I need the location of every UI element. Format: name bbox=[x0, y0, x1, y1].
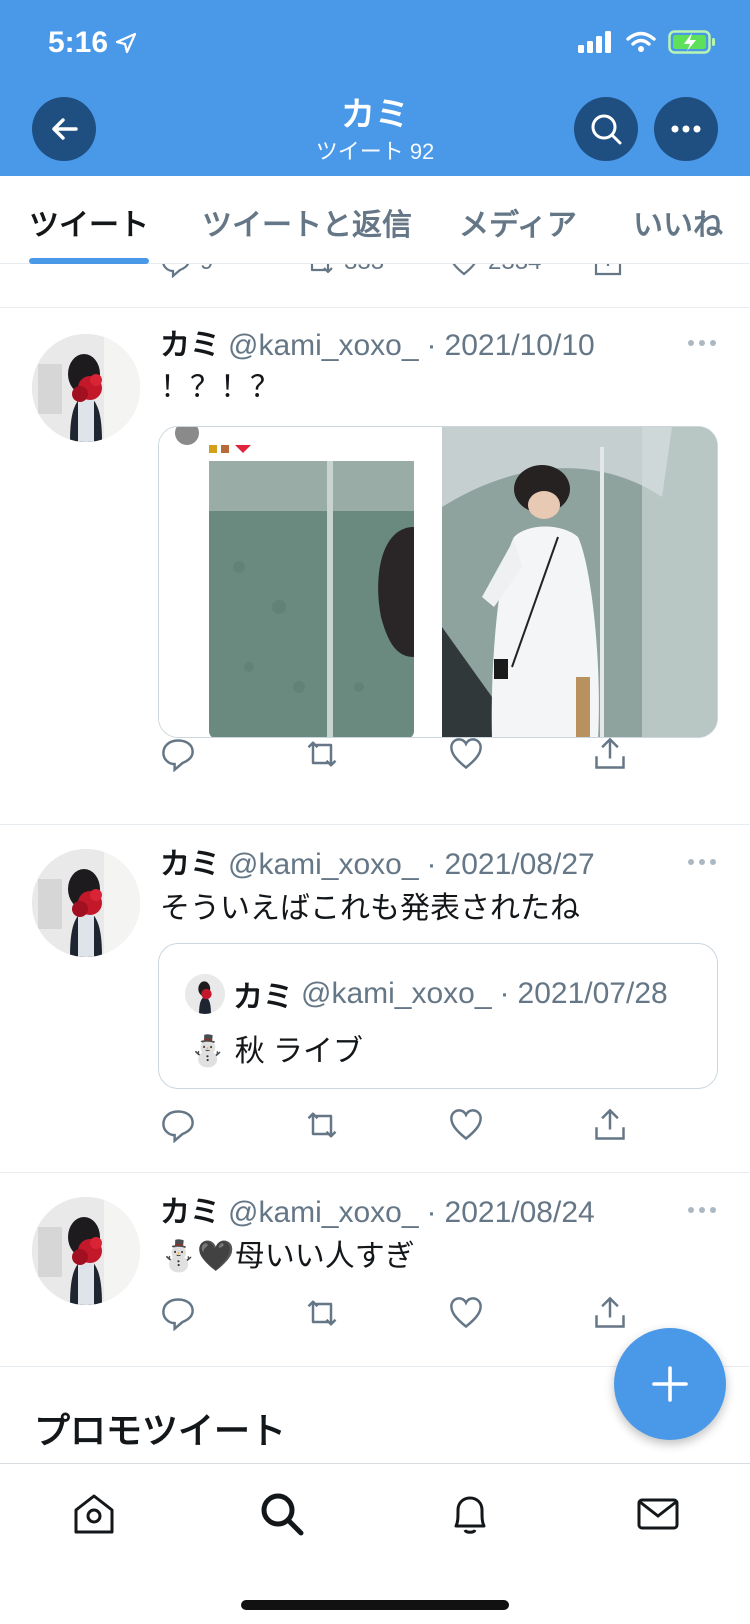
more-horizontal-icon bbox=[671, 125, 701, 133]
search-button[interactable] bbox=[574, 97, 638, 161]
share-icon[interactable] bbox=[592, 736, 628, 772]
quoted-tweet[interactable]: カミ @kami_xoxo_ · 2021/07/28 ⛄ 秋 ライブ bbox=[158, 943, 718, 1089]
location-arrow-icon bbox=[115, 32, 137, 54]
tweet-date[interactable]: 2021/10/10 bbox=[445, 329, 595, 363]
home-indicator bbox=[241, 1600, 509, 1610]
messages-mail-icon[interactable] bbox=[634, 1490, 682, 1538]
share-icon[interactable] bbox=[592, 1107, 628, 1143]
profile-tabs: ツイート ツイートと返信 メディア いいね bbox=[0, 176, 750, 264]
avatar[interactable] bbox=[32, 849, 140, 957]
tweet-item[interactable]: カミ @kami_xoxo_ · 2021/10/10 ！？！？ bbox=[0, 308, 750, 825]
photo-image bbox=[442, 427, 717, 737]
quoted-author-handle: @kami_xoxo_ bbox=[301, 977, 492, 1010]
profile-header: 5:16 カミ ツイート 92 bbox=[0, 0, 750, 176]
notifications-bell-icon[interactable] bbox=[446, 1490, 494, 1538]
like-count: 2334 bbox=[488, 264, 541, 276]
avatar[interactable] bbox=[32, 1197, 140, 1305]
tab-likes[interactable]: いいね bbox=[633, 200, 723, 244]
tweet-image-2[interactable] bbox=[442, 427, 717, 737]
share-icon[interactable] bbox=[592, 1295, 628, 1331]
tweet-header: カミ @kami_xoxo_ · 2021/10/10 bbox=[160, 320, 670, 364]
like-action[interactable]: 2334 bbox=[448, 264, 541, 278]
tweet-dot: · bbox=[426, 329, 437, 362]
search-icon bbox=[591, 114, 622, 145]
search-icon[interactable] bbox=[258, 1490, 306, 1538]
tweet-image-1[interactable] bbox=[159, 427, 442, 737]
avatar-image bbox=[32, 849, 140, 957]
avatar[interactable] bbox=[32, 334, 140, 442]
quoted-tweet-header: カミ @kami_xoxo_ · 2021/07/28 bbox=[185, 972, 668, 1016]
wifi-icon bbox=[626, 31, 656, 52]
reply-count: 9 bbox=[200, 264, 213, 276]
tweet-author-name[interactable]: カミ bbox=[160, 1187, 220, 1231]
tweet-text: ⛄🖤母いい人すぎ bbox=[160, 1240, 415, 1273]
status-indicators bbox=[578, 30, 716, 54]
retweet-icon[interactable] bbox=[304, 736, 340, 772]
tweet-dot: · bbox=[426, 1196, 437, 1229]
reply-action[interactable]: 9 bbox=[160, 264, 213, 278]
quoted-date: 2021/07/28 bbox=[517, 977, 668, 1010]
status-time-text: 5:16 bbox=[48, 26, 109, 59]
tweet-actions bbox=[160, 736, 630, 776]
tweet-header: カミ @kami_xoxo_ · 2021/08/27 bbox=[160, 839, 670, 883]
tweet-author-name[interactable]: カミ bbox=[160, 320, 220, 364]
status-time: 5:16 bbox=[48, 26, 138, 60]
tab-media[interactable]: メディア bbox=[459, 200, 577, 244]
tweet-author-name[interactable]: カミ bbox=[160, 839, 220, 883]
tweet-more-button[interactable] bbox=[688, 1207, 716, 1213]
plus-icon bbox=[652, 1366, 688, 1402]
tweet-text: ！？！？ bbox=[160, 371, 280, 404]
quoted-tweet-text: ⛄ 秋 ライブ bbox=[189, 1035, 364, 1068]
tweet-actions bbox=[160, 1107, 630, 1147]
reply-icon[interactable] bbox=[160, 1107, 196, 1143]
retweet-action[interactable]: 333 bbox=[304, 264, 384, 278]
tweet-media-grid bbox=[158, 426, 718, 738]
more-button[interactable] bbox=[654, 97, 718, 161]
tweet-more-button[interactable] bbox=[688, 859, 716, 865]
quoted-author-name: カミ bbox=[233, 981, 293, 1014]
retweet-icon bbox=[310, 264, 333, 274]
avatar-image bbox=[32, 1197, 140, 1305]
heart-icon[interactable] bbox=[448, 1295, 484, 1331]
avatar bbox=[185, 974, 225, 1014]
avatar-image bbox=[185, 974, 225, 1014]
tweet-header: カミ @kami_xoxo_ · 2021/08/24 bbox=[160, 1187, 670, 1231]
heart-icon[interactable] bbox=[448, 736, 484, 772]
reply-icon[interactable] bbox=[160, 736, 196, 772]
retweet-icon[interactable] bbox=[304, 1295, 340, 1331]
promoted-tweets-heading: プロモツイート bbox=[34, 1410, 287, 1451]
heart-icon bbox=[452, 264, 476, 276]
battery-charging-icon bbox=[668, 30, 715, 54]
retweet-count: 333 bbox=[344, 264, 384, 276]
tweet-date[interactable]: 2021/08/24 bbox=[445, 1196, 595, 1230]
previous-tweet-actions: 9 333 2334 bbox=[0, 264, 750, 308]
screenshot-image bbox=[159, 427, 442, 737]
home-icon[interactable] bbox=[70, 1490, 118, 1538]
signal-icon bbox=[578, 31, 611, 53]
avatar-image bbox=[32, 334, 140, 442]
reply-icon[interactable] bbox=[160, 1295, 196, 1331]
tweet-actions bbox=[160, 1295, 630, 1335]
tweet-more-button[interactable] bbox=[688, 340, 716, 346]
tweet-date[interactable]: 2021/08/27 bbox=[445, 848, 595, 882]
tweet-author-handle[interactable]: @kami_xoxo_ bbox=[228, 1196, 419, 1230]
tweet-author-handle[interactable]: @kami_xoxo_ bbox=[228, 848, 419, 882]
tab-tweets-and-replies[interactable]: ツイートと返信 bbox=[202, 200, 412, 244]
tweet-dot: · bbox=[426, 848, 437, 881]
tweet-author-handle[interactable]: @kami_xoxo_ bbox=[228, 329, 419, 363]
share-action[interactable] bbox=[592, 264, 624, 278]
share-icon bbox=[594, 264, 622, 276]
heart-icon[interactable] bbox=[448, 1107, 484, 1143]
tab-tweets[interactable]: ツイート bbox=[29, 200, 149, 244]
tweet-item[interactable]: カミ @kami_xoxo_ · 2021/08/27 そういえばこれも発表され… bbox=[0, 825, 750, 1173]
retweet-icon[interactable] bbox=[304, 1107, 340, 1143]
reply-icon bbox=[162, 264, 190, 278]
quoted-dot: · bbox=[499, 977, 510, 1010]
compose-tweet-button[interactable] bbox=[614, 1328, 726, 1440]
tweet-count: ツイート 92 bbox=[315, 139, 435, 164]
tweet-text: そういえばこれも発表されたね bbox=[160, 892, 580, 925]
